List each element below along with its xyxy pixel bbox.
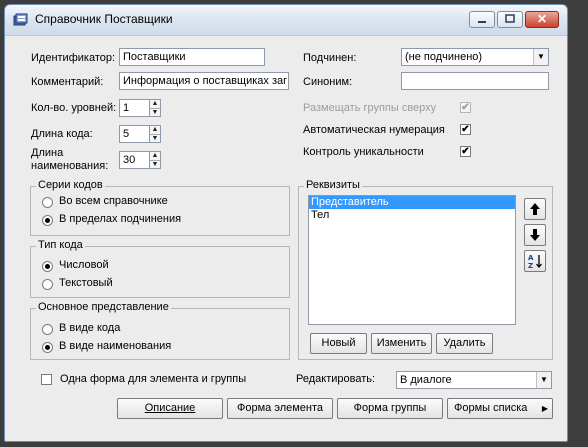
uniqueness-label: Контроль уникальности [303,146,424,158]
check-icon: ✔ [461,124,470,135]
requisites-title: Реквизиты [304,179,362,191]
identifier-label: Идентификатор: [31,52,116,64]
comment-field[interactable]: Информация о поставщиках заг [119,72,289,90]
catalog-window: Справочник Поставщики ✕ Идентификатор: П… [4,4,568,442]
svg-text:Z: Z [528,262,533,269]
requisites-group: Реквизиты Представитель Тел A Z Новый Из… [298,179,553,360]
group-form-button[interactable]: Форма группы [337,398,443,419]
delete-requisite-button[interactable]: Удалить [436,333,493,354]
edit-requisite-button[interactable]: Изменить [371,333,432,354]
subordinate-combo[interactable]: (не подчинено) [401,48,549,66]
subordinate-label: Подчинен: [303,52,357,64]
groups-top-checkbox: ✔ [460,102,471,113]
new-requisite-button[interactable]: Новый [310,333,367,354]
svg-text:A: A [528,254,534,262]
code-length-spinner[interactable]: ▲ ▼ [149,125,161,143]
code-length-field[interactable]: 5 [119,125,150,143]
code-type-title: Тип кода [36,239,85,251]
main-repr-code-label: В виде кода [59,322,121,334]
requisites-list[interactable]: Представитель Тел [308,195,516,325]
main-repr-group: Основное представление В виде кода В вид… [30,301,290,360]
list-item[interactable]: Представитель [309,196,515,209]
code-series-group: Серии кодов Во всем справочнике В предел… [30,179,290,236]
catalog-icon [13,13,28,26]
chevron-down-icon[interactable]: ▼ [536,372,551,388]
code-type-group: Тип кода Числовой Текстовый [30,239,290,298]
close-button[interactable]: ✕ [525,11,559,28]
levels-field[interactable]: 1 [119,99,150,117]
name-length-spinner[interactable]: ▲ ▼ [149,151,161,169]
list-forms-button[interactable]: Формы списка ▶ [447,398,553,419]
code-type-numeric-radio[interactable] [42,261,53,272]
auto-numbering-checkbox[interactable]: ✔ [460,124,471,135]
name-length-label-1: Длина [31,147,64,159]
groups-top-label: Размещать группы сверху [303,102,437,114]
edit-mode-value: В диалоге [400,374,452,386]
minimize-icon [478,21,486,23]
main-repr-name-label: В виде наименования [59,340,172,352]
one-form-checkbox[interactable] [41,374,52,385]
submenu-arrow-icon: ▶ [541,404,548,413]
check-icon: ✔ [461,102,470,113]
edit-mode-combo[interactable]: В диалоге [396,371,552,389]
uniqueness-checkbox[interactable]: ✔ [460,146,471,157]
code-type-text-label: Текстовый [59,277,113,289]
maximize-icon [505,14,515,23]
code-series-subordinate-radio[interactable] [42,215,53,226]
sort-button[interactable]: A Z [524,250,546,272]
code-series-all-radio[interactable] [42,197,53,208]
code-series-all-label: Во всем справочнике [59,195,168,207]
main-repr-code-radio[interactable] [42,324,53,335]
minimize-button[interactable] [469,11,495,28]
synonym-label: Синоним: [303,76,353,88]
close-icon: ✕ [536,12,548,26]
code-series-subordinate-label: В пределах подчинения [59,213,182,225]
auto-numbering-label: Автоматическая нумерация [303,124,445,136]
main-repr-name-radio[interactable] [42,342,53,353]
check-icon: ✔ [461,146,470,157]
levels-label: Кол-во. уровней: [31,102,117,114]
move-up-button[interactable] [524,198,546,220]
move-down-button[interactable] [524,224,546,246]
code-type-text-radio[interactable] [42,279,53,290]
levels-spinner[interactable]: ▲ ▼ [149,99,161,117]
comment-label: Комментарий: [31,76,104,88]
chevron-down-icon[interactable]: ▼ [533,49,548,65]
code-series-title: Серии кодов [36,179,105,191]
code-length-label: Длина кода: [31,128,93,140]
list-forms-label: Формы списка [454,402,528,414]
maximize-button[interactable] [497,11,523,28]
code-type-numeric-label: Числовой [59,259,109,271]
description-button[interactable]: Описание [117,398,223,419]
synonym-field[interactable] [401,72,549,90]
list-item[interactable]: Тел [309,209,515,222]
name-length-label-2: наименования: [31,160,109,172]
title-bar[interactable]: Справочник Поставщики ✕ [5,5,567,36]
sort-az-icon: A Z [528,254,542,270]
arrow-down-icon [530,229,540,241]
edit-mode-label: Редактировать: [296,373,376,385]
description-button-label: Описание [144,402,196,414]
one-form-label: Одна форма для элемента и группы [60,373,247,385]
window-title: Справочник Поставщики [35,12,173,26]
name-length-field[interactable]: 30 [119,151,150,169]
arrow-up-icon [530,203,540,215]
identifier-field[interactable]: Поставщики [119,48,265,66]
main-repr-title: Основное представление [36,301,171,313]
subordinate-value: (не подчинено) [405,51,483,63]
element-form-button[interactable]: Форма элемента [227,398,333,419]
